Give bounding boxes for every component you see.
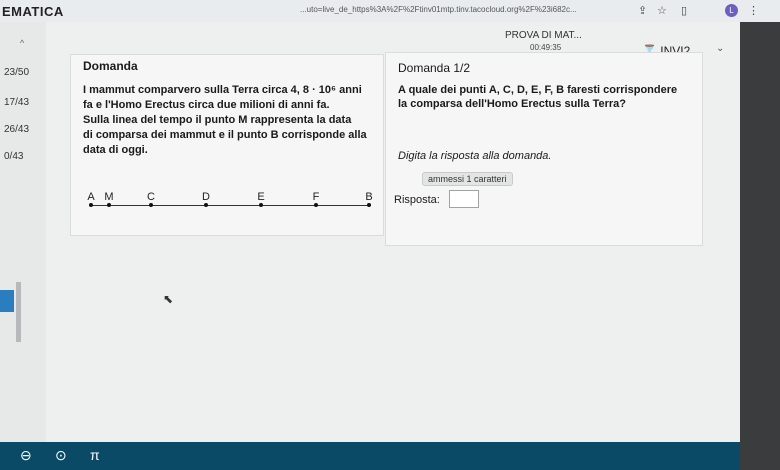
- dot-circle-icon[interactable]: ⊙: [55, 447, 67, 464]
- screen-bezel: [740, 22, 780, 470]
- sidebar-item[interactable]: 26/43: [4, 124, 29, 135]
- sidebar-item[interactable]: 17/43: [4, 97, 29, 108]
- answer-card: Domanda 1/2 A quale dei punti A, C, D, E…: [385, 52, 703, 246]
- answer-input[interactable]: [449, 190, 479, 208]
- url-bar[interactable]: ...uto=live_de_https%3A%2F%2Ftinv01mtp.t…: [300, 5, 630, 14]
- mouse-cursor-icon: ⬉: [163, 292, 174, 306]
- chevron-down-icon[interactable]: ⌄: [716, 43, 724, 54]
- timeline-point: [259, 203, 263, 207]
- answer-title: Domanda 1/2: [398, 61, 471, 75]
- timeline-label: F: [312, 191, 320, 203]
- test-page: ^ 23/50 17/43 26/43 0/43 PROVA DI MAT...…: [0, 22, 740, 442]
- question-title: Domanda: [83, 59, 138, 73]
- timeline-point: [367, 203, 371, 207]
- question-line: Sulla linea del tempo il punto M rappres…: [83, 114, 352, 126]
- sidebar-item[interactable]: 0/43: [4, 151, 23, 162]
- timeline-label: E: [257, 191, 265, 203]
- menu-icon[interactable]: ⋮: [748, 4, 759, 17]
- pi-button[interactable]: π: [90, 447, 100, 463]
- tab-icon[interactable]: ▯: [681, 4, 687, 17]
- timeline-point: [89, 203, 93, 207]
- question-line: I mammut comparvero sulla Terra circa 4,…: [83, 84, 362, 96]
- browser-bar: EMATICA ...uto=live_de_https%3A%2F%2Ftin…: [0, 0, 780, 23]
- char-limit-badge: ammessi 1 caratteri: [422, 172, 513, 186]
- share-icon[interactable]: ⇪: [638, 4, 647, 17]
- math-toolbar: ⊖ ⊙ π: [0, 442, 740, 470]
- answer-hint: Digita la risposta alla domanda.: [398, 150, 552, 162]
- question-card: Domanda I mammut comparvero sulla Terra …: [70, 54, 384, 236]
- chevron-up-icon[interactable]: ^: [20, 38, 24, 48]
- question-sidebar: ^ 23/50 17/43 26/43 0/43: [0, 22, 46, 442]
- scrollbar[interactable]: [16, 282, 21, 342]
- star-icon[interactable]: ☆: [657, 4, 667, 17]
- timeline-axis: [91, 205, 371, 206]
- test-name: PROVA DI MAT...: [505, 30, 582, 41]
- active-marker: [0, 290, 14, 312]
- timeline-label: C: [147, 191, 155, 203]
- answer-line: la comparsa dell'Homo Erectus sulla Terr…: [398, 98, 626, 110]
- timeline-label: M: [104, 191, 114, 203]
- timeline-label: B: [365, 191, 373, 203]
- minus-circle-icon[interactable]: ⊖: [20, 447, 32, 464]
- timeline-point: [204, 203, 208, 207]
- answer-line: A quale dei punti A, C, D, E, F, B fares…: [398, 84, 678, 96]
- sidebar-item[interactable]: 23/50: [4, 67, 29, 78]
- timeline-point: [107, 203, 111, 207]
- timeline-label: D: [202, 191, 210, 203]
- question-line: data di oggi.: [83, 144, 148, 156]
- profile-avatar[interactable]: L: [725, 4, 738, 17]
- timeline-label: A: [87, 191, 95, 203]
- question-line: fa e l'Homo Erectus circa due milioni di…: [83, 99, 330, 111]
- timeline-point: [314, 203, 318, 207]
- answer-label: Risposta:: [394, 194, 440, 206]
- answer-question: A quale dei punti A, C, D, E, F, B fares…: [398, 83, 693, 111]
- timeline-point: [149, 203, 153, 207]
- question-text: I mammut comparvero sulla Terra circa 4,…: [83, 83, 383, 158]
- question-line: di comparsa dei mammut e il punto B corr…: [83, 129, 367, 141]
- app-title: EMATICA: [2, 4, 64, 19]
- timer: 00:49:35: [530, 43, 562, 52]
